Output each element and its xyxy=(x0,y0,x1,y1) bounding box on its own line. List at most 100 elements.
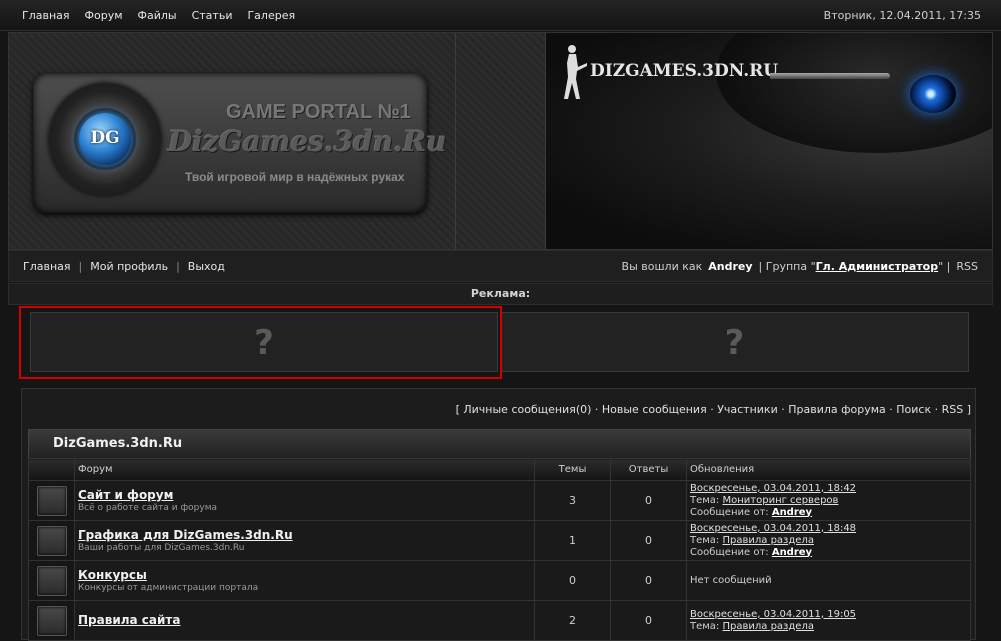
current-datetime: Вторник, 12.04.2011, 17:35 xyxy=(823,9,981,22)
author-label: Сообщение от: xyxy=(690,546,769,558)
forum-table: Форум Темы Ответы Обновления Сайт и фору… xyxy=(28,458,971,641)
bullet-icon xyxy=(770,73,890,79)
updates-column-header: Обновления xyxy=(686,458,971,481)
user-info: Вы вошли как Andrey | Группа "Гл. Админи… xyxy=(622,260,978,273)
group-name[interactable]: Гл. Администратор xyxy=(816,260,938,273)
forum-category-title[interactable]: DizGames.3dn.Ru xyxy=(53,436,182,451)
topic-label: Тема: xyxy=(690,620,720,632)
forum-description: Ваши работы для DizGames.3dn.Ru xyxy=(78,543,245,553)
ad-highlight-frame xyxy=(19,306,502,379)
author-label: Сообщение от: xyxy=(690,506,769,518)
username[interactable]: Andrey xyxy=(708,260,752,273)
forum-name[interactable]: Сайт и форум xyxy=(78,488,531,502)
user-nav-home[interactable]: Главная xyxy=(23,260,71,273)
forum-topics-count: 2 xyxy=(534,600,611,641)
forum-row: Конкурсы Конкурсы от администрации портал… xyxy=(28,560,971,601)
user-nav: Главная | Мой профиль | Выход xyxy=(23,260,225,273)
forum-title-cell: Сайт и форум Всё о работе сайта и форума xyxy=(74,480,535,521)
top-nav-articles[interactable]: Статьи xyxy=(192,9,233,22)
site-logo-name: DizGames.3dn.Ru xyxy=(168,125,447,158)
logo-panel[interactable]: DG GAME PORTAL №1 DizGames.3dn.Ru Твой и… xyxy=(33,73,447,213)
forum-title-cell: Правила сайта xyxy=(74,600,535,641)
no-messages-text: Нет сообщений xyxy=(690,574,772,586)
last-author-link[interactable]: Andrey xyxy=(772,547,812,558)
forum-block: [ Личные сообщения(0) · Новые сообщения … xyxy=(21,388,976,641)
rss-link[interactable]: RSS xyxy=(956,260,978,273)
forum-category-header[interactable]: DizGames.3dn.Ru xyxy=(28,429,971,459)
forum-folder-icon xyxy=(36,565,67,596)
last-post-date[interactable]: Воскресенье, 03.04.2011, 18:42 xyxy=(690,483,856,494)
forum-icon-cell xyxy=(28,600,75,641)
soldier-icon xyxy=(564,45,587,99)
last-author-link[interactable]: Andrey xyxy=(772,507,812,518)
forum-name[interactable]: Правила сайта xyxy=(78,613,531,627)
topics-column-header: Темы xyxy=(534,458,611,481)
forum-name[interactable]: Конкурсы xyxy=(78,568,531,582)
ads-label: Реклама: xyxy=(8,283,993,305)
forum-update-cell: Воскресенье, 03.04.2011, 19:05 Тема: Прав… xyxy=(686,600,971,641)
header-photo: DIZGAMES.3DN.RU xyxy=(546,33,992,249)
nav-separator: | xyxy=(176,260,180,273)
forum-icon-cell xyxy=(28,520,75,561)
group-close: " | xyxy=(938,260,951,273)
forum-folder-icon xyxy=(36,525,67,556)
replies-column-header: Ответы xyxy=(610,458,687,481)
site-slogan: Твой игровой мир в надёжных руках xyxy=(185,170,405,184)
forum-description: Конкурсы от администрации портала xyxy=(78,583,259,593)
question-mark-icon: ? xyxy=(724,323,745,363)
logo-lens-icon: DG xyxy=(49,83,161,195)
forum-description: Всё о работе сайта и форума xyxy=(78,503,217,513)
header-divider xyxy=(455,33,456,249)
forum-title-cell: Графика для DizGames.3dn.Ru Ваши работы д… xyxy=(74,520,535,561)
forum-replies-count: 0 xyxy=(610,520,687,561)
top-nav: Главная Форум Файлы Статьи Галерея xyxy=(22,9,295,22)
user-nav-profile[interactable]: Мой профиль xyxy=(90,260,168,273)
forum-icon-cell xyxy=(28,480,75,521)
forum-folder-icon xyxy=(36,485,67,516)
forum-column-header: Форум xyxy=(74,458,535,481)
top-nav-home[interactable]: Главная xyxy=(22,9,70,22)
forum-row: Графика для DizGames.3dn.Ru Ваши работы д… xyxy=(28,520,971,561)
icon-column-header xyxy=(28,458,75,481)
forum-replies-count: 0 xyxy=(610,480,687,521)
ad-slot-right[interactable]: ? xyxy=(500,312,969,372)
last-topic-link[interactable]: Правила раздела xyxy=(723,535,814,546)
user-nav-logout[interactable]: Выход xyxy=(188,260,225,273)
forum-update-cell: Воскресенье, 03.04.2011, 18:42 Тема: Мони… xyxy=(686,480,971,521)
forum-links[interactable]: [ Личные сообщения(0) · Новые сообщения … xyxy=(456,403,971,416)
user-bar: Главная | Мой профиль | Выход Вы вошли к… xyxy=(8,250,993,282)
forum-replies-count: 0 xyxy=(610,600,687,641)
top-bar: Главная Форум Файлы Статьи Галерея Вторн… xyxy=(0,0,1001,31)
forum-topics-count: 0 xyxy=(534,560,611,601)
forum-topics-count: 1 xyxy=(534,520,611,561)
last-post-date[interactable]: Воскресенье, 03.04.2011, 18:48 xyxy=(690,523,856,534)
top-nav-files[interactable]: Файлы xyxy=(138,9,177,22)
topic-label: Тема: xyxy=(690,534,720,546)
last-post-date[interactable]: Воскресенье, 03.04.2011, 19:05 xyxy=(690,609,856,620)
topic-label: Тема: xyxy=(690,494,720,506)
logged-as-label: Вы вошли как xyxy=(621,260,703,273)
game-portal-label: GAME PORTAL №1 xyxy=(226,101,411,123)
last-topic-link[interactable]: Мониторинг серверов xyxy=(723,495,839,506)
forum-icon-cell xyxy=(28,560,75,601)
forum-replies-count: 0 xyxy=(610,560,687,601)
forum-title-cell: Конкурсы Конкурсы от администрации портал… xyxy=(74,560,535,601)
photo-site-title: DIZGAMES.3DN.RU xyxy=(590,61,779,81)
forum-name[interactable]: Графика для DizGames.3dn.Ru xyxy=(78,528,531,542)
last-topic-link[interactable]: Правила раздела xyxy=(723,621,814,632)
forum-folder-icon xyxy=(36,605,67,636)
nav-separator: | xyxy=(78,260,83,273)
forum-row: Правила сайта 2 0 Воскресенье, 03.04.201… xyxy=(28,600,971,641)
glowing-eye-icon xyxy=(910,75,956,113)
forum-row: Сайт и форум Всё о работе сайта и форума … xyxy=(28,480,971,521)
forum-update-cell: Воскресенье, 03.04.2011, 18:48 Тема: Прав… xyxy=(686,520,971,561)
forum-update-cell: Нет сообщений xyxy=(686,560,971,601)
top-nav-gallery[interactable]: Галерея xyxy=(247,9,295,22)
forum-topics-count: 3 xyxy=(534,480,611,521)
logo-badge: DG xyxy=(79,113,131,165)
logo-badge-text: DG xyxy=(90,128,120,148)
site-header-banner: DG GAME PORTAL №1 DizGames.3dn.Ru Твой и… xyxy=(8,32,993,250)
top-nav-forum[interactable]: Форум xyxy=(85,9,123,22)
group-label: | Группа " xyxy=(758,260,816,273)
forum-table-header: Форум Темы Ответы Обновления xyxy=(28,458,971,481)
